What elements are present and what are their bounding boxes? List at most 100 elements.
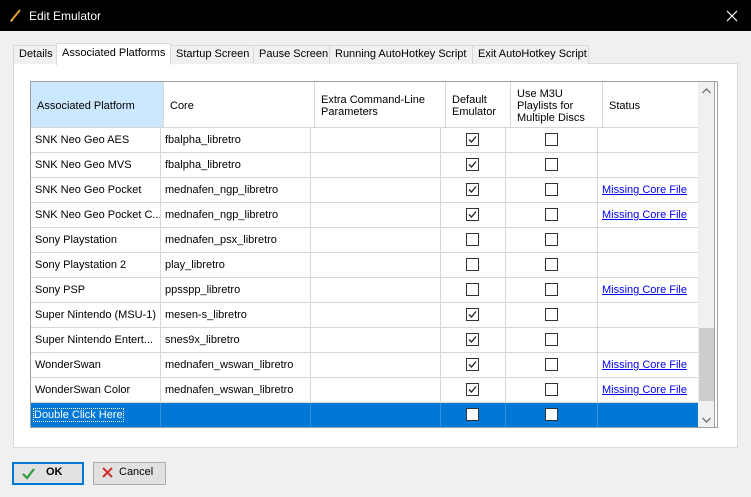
column-header-extra-parameters[interactable]: Extra Command-Line Parameters [315, 82, 446, 128]
platforms-grid[interactable]: Associated Platform Core Extra Command-L… [30, 81, 718, 428]
params-cell[interactable] [311, 128, 441, 153]
m3u-checkbox[interactable] [544, 233, 558, 246]
default-emulator-checkbox[interactable] [466, 333, 479, 346]
column-header-status[interactable]: Status [603, 82, 699, 128]
m3u-checkbox[interactable] [544, 283, 558, 296]
vertical-scrollbar[interactable] [698, 81, 715, 428]
default-emulator-checkbox[interactable] [466, 358, 479, 371]
core-cell[interactable]: mednafen_ngp_libretro [161, 203, 311, 228]
platform-cell[interactable]: Sony PSP [31, 278, 161, 303]
core-cell[interactable]: mednafen_ngp_libretro [161, 178, 311, 203]
platform-cell[interactable]: WonderSwan Color [31, 378, 161, 403]
platform-cell[interactable]: Sony Playstation [31, 228, 161, 253]
new-row-cell[interactable] [506, 403, 598, 427]
scrollbar-thumb[interactable] [699, 328, 714, 401]
default-emulator-checkbox[interactable] [466, 158, 479, 171]
ok-button[interactable]: OK [12, 462, 84, 485]
default-emulator-checkbox[interactable] [466, 258, 479, 271]
m3u-checkbox[interactable] [544, 158, 558, 171]
params-cell[interactable] [311, 228, 441, 253]
m3u-checkbox[interactable] [544, 408, 558, 421]
table-row[interactable]: SNK Neo Geo AES fbalpha_libretro [31, 128, 699, 153]
m3u-checkbox[interactable] [544, 308, 558, 321]
tab-pause-screen[interactable]: Pause Screen [253, 45, 330, 64]
m3u-checkbox[interactable] [544, 183, 558, 196]
table-row[interactable]: Sony PSP ppsspp_libretro Missing Core File [31, 278, 699, 303]
params-cell[interactable] [311, 328, 441, 353]
missing-core-file-link[interactable]: Missing Core File [602, 184, 687, 196]
table-row[interactable]: Sony Playstation mednafen_psx_libretro [31, 228, 699, 253]
core-cell[interactable]: mesen-s_libretro [161, 303, 311, 328]
missing-core-file-link[interactable]: Missing Core File [602, 359, 687, 371]
params-cell[interactable] [311, 153, 441, 178]
table-row[interactable]: SNK Neo Geo Pocket C... mednafen_ngp_libr… [31, 203, 699, 228]
tab-details[interactable]: Details [13, 45, 57, 64]
platform-cell[interactable]: SNK Neo Geo Pocket [31, 178, 161, 203]
params-cell[interactable] [311, 253, 441, 278]
platform-cell[interactable]: SNK Neo Geo AES [31, 128, 161, 153]
missing-core-file-link[interactable]: Missing Core File [602, 209, 687, 221]
core-cell[interactable]: ppsspp_libretro [161, 278, 311, 303]
column-header-core[interactable]: Core [164, 82, 315, 128]
m3u-checkbox[interactable] [544, 333, 558, 346]
table-row[interactable]: Sony Playstation 2 play_libretro [31, 253, 699, 278]
core-cell[interactable]: play_libretro [161, 253, 311, 278]
new-row-platform-cell[interactable]: Double Click Here [31, 403, 161, 427]
new-row[interactable]: Double Click Here [31, 403, 699, 427]
default-emulator-checkbox[interactable] [466, 208, 479, 221]
table-row[interactable]: SNK Neo Geo MVS fbalpha_libretro [31, 153, 699, 178]
tab-exit-autohotkey-script[interactable]: Exit AutoHotkey Script [472, 45, 589, 64]
cancel-button[interactable]: Cancel [93, 462, 166, 485]
params-cell[interactable] [311, 378, 441, 403]
tab-associated-platforms[interactable]: Associated Platforms [56, 43, 171, 65]
scroll-down-icon[interactable] [698, 411, 714, 428]
params-cell[interactable] [311, 353, 441, 378]
params-cell[interactable] [311, 303, 441, 328]
column-header-use-m3u[interactable]: Use M3U Playlists for Multiple Discs [511, 82, 603, 128]
table-row[interactable]: WonderSwan mednafen_wswan_libretro Missing… [31, 353, 699, 378]
column-header-default-emulator[interactable]: Default Emulator [446, 82, 511, 128]
platform-cell[interactable]: Super Nintendo (MSU-1) [31, 303, 161, 328]
platform-cell[interactable]: Super Nintendo Entert... [31, 328, 161, 353]
table-row[interactable]: Super Nintendo (MSU-1) mesen-s_libretro [31, 303, 699, 328]
m3u-checkbox[interactable] [544, 358, 558, 371]
table-row[interactable]: SNK Neo Geo Pocket mednafen_ngp_libretro M… [31, 178, 699, 203]
core-cell[interactable]: fbalpha_libretro [161, 153, 311, 178]
tab-startup-screen[interactable]: Startup Screen [170, 45, 254, 64]
new-row-cell[interactable] [441, 403, 506, 427]
core-cell[interactable]: mednafen_psx_libretro [161, 228, 311, 253]
new-row-cell[interactable] [161, 403, 311, 427]
default-emulator-checkbox[interactable] [466, 383, 479, 396]
platform-cell[interactable]: WonderSwan [31, 353, 161, 378]
params-cell[interactable] [311, 203, 441, 228]
new-row-cell[interactable] [598, 403, 699, 427]
platform-cell[interactable]: SNK Neo Geo MVS [31, 153, 161, 178]
default-emulator-checkbox[interactable] [466, 183, 479, 196]
default-emulator-checkbox[interactable] [466, 308, 479, 321]
missing-core-file-link[interactable]: Missing Core File [602, 284, 687, 296]
core-cell[interactable]: mednafen_wswan_libretro [161, 353, 311, 378]
table-row[interactable]: WonderSwan Color mednafen_wswan_libretro M… [31, 378, 699, 403]
m3u-checkbox[interactable] [544, 208, 558, 221]
new-row-cell[interactable] [311, 403, 441, 427]
default-emulator-checkbox[interactable] [466, 283, 479, 296]
default-emulator-checkbox[interactable] [466, 408, 479, 421]
platform-cell[interactable]: Sony Playstation 2 [31, 253, 161, 278]
missing-core-file-link[interactable]: Missing Core File [602, 384, 687, 396]
scroll-up-icon[interactable] [698, 82, 714, 99]
m3u-checkbox[interactable] [544, 133, 558, 146]
column-header-associated-platform[interactable]: Associated Platform [31, 82, 164, 128]
params-cell[interactable] [311, 278, 441, 303]
core-cell[interactable]: mednafen_wswan_libretro [161, 378, 311, 403]
default-emulator-checkbox[interactable] [466, 133, 479, 146]
table-row[interactable]: Super Nintendo Entert... snes9x_libretro [31, 328, 699, 353]
core-cell[interactable]: snes9x_libretro [161, 328, 311, 353]
core-cell[interactable]: fbalpha_libretro [161, 128, 311, 153]
m3u-checkbox[interactable] [544, 383, 558, 396]
params-cell[interactable] [311, 178, 441, 203]
m3u-checkbox[interactable] [544, 258, 558, 271]
close-icon[interactable] [712, 0, 751, 31]
platform-cell[interactable]: SNK Neo Geo Pocket C... [31, 203, 161, 228]
default-emulator-checkbox[interactable] [466, 233, 479, 246]
tab-running-autohotkey-script[interactable]: Running AutoHotkey Script [329, 45, 473, 64]
